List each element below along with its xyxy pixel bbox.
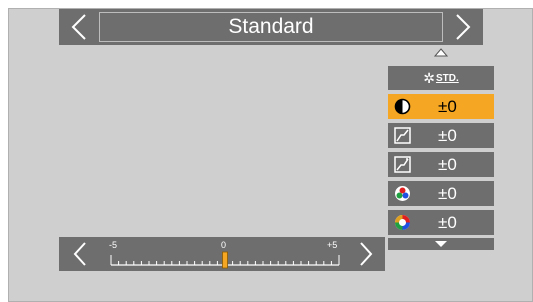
contrast-icon [394, 98, 411, 115]
scale-min-label: -5 [109, 240, 118, 250]
param-value: ±0 [438, 213, 457, 232]
scroll-down-icon [435, 241, 447, 247]
header-bar: Standard [59, 9, 483, 45]
param-value: ±0 [438, 126, 457, 145]
param-row-contrast[interactable]: ±0 [388, 94, 494, 119]
adjustment-slider: -5 0 +5 [59, 237, 385, 271]
next-style-button[interactable] [443, 9, 483, 45]
photo-style-icon: ✲ [423, 69, 435, 86]
decrease-button[interactable] [65, 240, 95, 268]
param-row-saturation[interactable]: ±0 [388, 181, 494, 206]
chevron-right-icon [456, 14, 471, 40]
saturation-icon [395, 186, 410, 201]
color-tone-icon [395, 215, 410, 230]
chevron-left-icon [73, 242, 86, 266]
param-row-shadow[interactable]: ±0 [388, 152, 494, 177]
previous-style-button[interactable] [59, 9, 99, 45]
value-marker[interactable] [222, 251, 228, 269]
shadow-icon [394, 156, 411, 173]
param-value: ±0 [438, 155, 457, 174]
param-list: ±0 ±0 ±0 ±0 ±0 [388, 94, 494, 239]
scroll-down-button[interactable] [388, 238, 494, 250]
param-value: ±0 [438, 184, 457, 203]
photo-style-indicator: ✲ STD. [388, 66, 494, 90]
scroll-up-icon[interactable] [434, 48, 448, 58]
param-row-color-tone[interactable]: ±0 [388, 210, 494, 235]
camera-screen: Standard ✲ STD. ±0 ±0 ±0 ±0 ±0 -5 0 +5 [0, 0, 533, 302]
style-abbrev: STD. [435, 72, 459, 84]
highlight-icon [394, 127, 411, 144]
param-value: ±0 [438, 97, 457, 116]
chevron-left-icon [71, 14, 86, 40]
increase-button[interactable] [351, 240, 381, 268]
scale-max-label: +5 [327, 240, 338, 250]
param-row-highlight[interactable]: ±0 [388, 123, 494, 148]
scale-ruler[interactable] [109, 251, 341, 271]
scale-mid-label: 0 [221, 240, 227, 250]
chevron-right-icon [360, 242, 373, 266]
style-title: Standard [99, 12, 443, 42]
